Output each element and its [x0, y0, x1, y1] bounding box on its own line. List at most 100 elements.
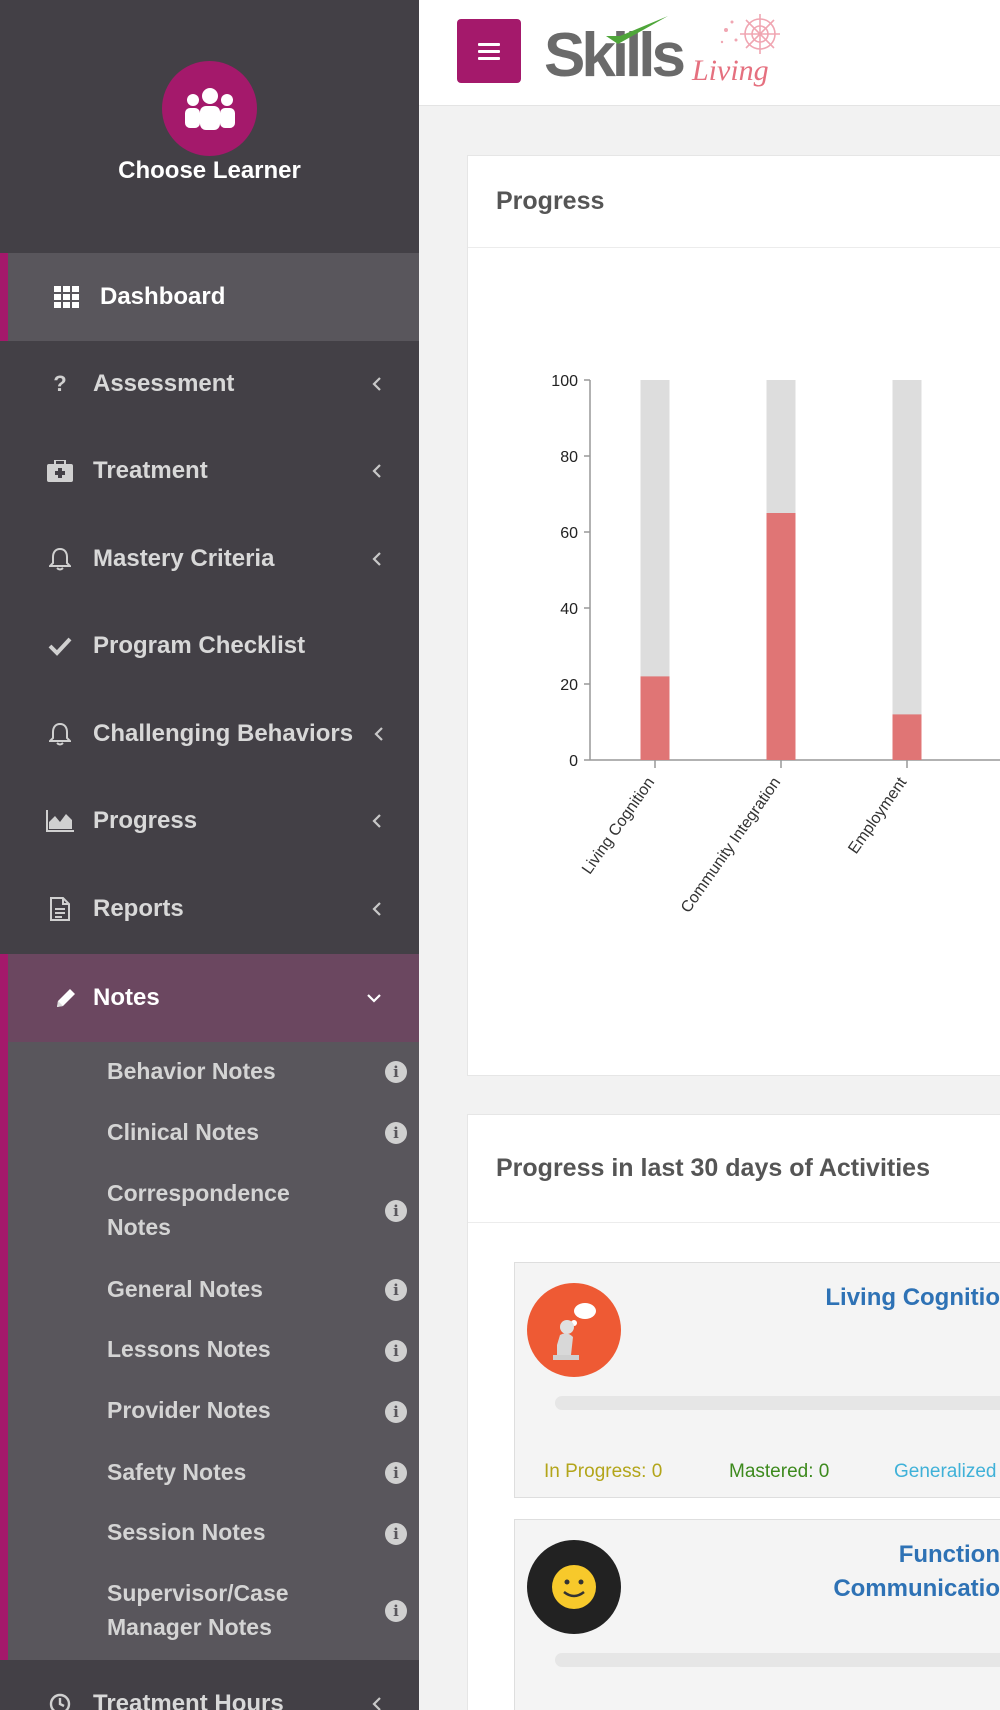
info-icon[interactable]: i [385, 1523, 407, 1545]
sidebar: Choose Learner Dashboard ? Assessment Tr… [0, 0, 419, 1710]
progress-card-title: Progress [468, 156, 1000, 248]
hamburger-icon [478, 42, 500, 46]
active-accent [0, 954, 8, 1042]
info-icon[interactable]: i [385, 1401, 407, 1423]
sidebar-item-notes[interactable]: Notes [0, 954, 419, 1042]
y-tick-label: 80 [560, 449, 578, 466]
progress-card: Progress 0 20 40 60 80 100 Living Cognition Com… [467, 155, 1000, 1076]
activity-title-line1[interactable]: Function [899, 1538, 1000, 1572]
bar [640, 676, 670, 760]
file-icon [46, 895, 74, 923]
submenu-item-clinical-notes[interactable]: Clinical Notes [107, 1115, 387, 1149]
activity-progress-bar [555, 1653, 1000, 1667]
question-icon: ? [53, 371, 67, 396]
choose-learner-avatar[interactable] [162, 61, 257, 156]
sidebar-item-treatment-hours[interactable]: Treatment Hours [0, 1660, 419, 1710]
y-tick-label: 100 [551, 373, 578, 390]
chevron-left-icon [370, 1694, 384, 1710]
active-accent [0, 253, 8, 341]
hamburger-icon [478, 49, 500, 53]
info-icon[interactable]: i [385, 1061, 407, 1083]
y-tick-label: 40 [560, 601, 578, 618]
in-progress-count: In Progress: 0 [544, 1461, 663, 1482]
sidebar-item-label: Progress [93, 807, 198, 834]
info-icon[interactable]: i [385, 1340, 407, 1362]
sidebar-item-label: Notes [93, 984, 160, 1011]
chevron-left-icon [370, 899, 384, 919]
info-icon[interactable]: i [385, 1462, 407, 1484]
logo-sub-text: Living [692, 54, 769, 87]
sidebar-item-progress[interactable]: Progress [0, 777, 419, 865]
sidebar-item-label: Program Checklist [93, 632, 306, 659]
menu-toggle-button[interactable] [457, 19, 521, 83]
progress-bar-chart: 0 20 40 60 80 100 Living Cognition Community In… [551, 373, 1000, 917]
activity-item-living-cognition[interactable]: Living Cognitio In Progress: 0 Mastered:… [514, 1262, 1000, 1498]
chevron-down-icon [365, 988, 383, 1008]
chevron-left-icon [370, 374, 384, 394]
submenu-item-supervisor-notes[interactable]: Supervisor/Case Manager Notes [107, 1576, 337, 1644]
submenu-item-provider-notes[interactable]: Provider Notes [107, 1393, 387, 1427]
sidebar-item-label: Treatment [93, 457, 208, 484]
top-header: Skills Living [419, 0, 1000, 106]
choose-learner-link[interactable]: Choose Learner [0, 157, 419, 185]
bell-icon [46, 720, 74, 748]
sidebar-header: Choose Learner [0, 0, 419, 253]
clock-icon [46, 1690, 74, 1710]
activity-title-line2[interactable]: Communicatio [833, 1572, 1000, 1606]
submenu-item-correspondence-notes[interactable]: Correspondence Notes [107, 1176, 337, 1244]
activity-title[interactable]: Living Cognitio [825, 1281, 1000, 1315]
submenu-item-safety-notes[interactable]: Safety Notes [107, 1455, 387, 1489]
y-tick-label: 0 [569, 753, 578, 770]
x-tick-label: Living Cognition [579, 775, 658, 878]
submenu-accent [0, 1042, 8, 1660]
bar [766, 513, 796, 760]
sidebar-item-assessment[interactable]: ? Assessment [0, 340, 419, 428]
checkmark-logo-icon [606, 16, 668, 44]
bar [892, 714, 922, 760]
sidebar-item-treatment[interactable]: Treatment [0, 427, 419, 515]
sidebar-item-program-checklist[interactable]: Program Checklist [0, 602, 419, 690]
info-icon[interactable]: i [385, 1200, 407, 1222]
mastered-count: Mastered: 0 [729, 1461, 830, 1482]
sidebar-item-label: Assessment [93, 370, 235, 397]
sidebar-item-mastery-criteria[interactable]: Mastery Criteria [0, 515, 419, 603]
y-tick-label: 60 [560, 525, 578, 542]
sidebar-item-challenging-behaviors[interactable]: Challenging Behaviors [0, 690, 419, 778]
pencil-icon [52, 984, 80, 1012]
sidebar-item-label: Dashboard [100, 283, 226, 310]
users-icon [184, 87, 235, 130]
activities-card-title: Progress in last 30 days of Activities [468, 1115, 1000, 1223]
chevron-left-icon [370, 549, 384, 569]
submenu-item-general-notes[interactable]: General Notes [107, 1272, 387, 1306]
check-icon [46, 632, 74, 660]
generalized-count: Generalized [894, 1461, 997, 1482]
sidebar-item-label: Challenging Behaviors [93, 720, 354, 747]
info-icon[interactable]: i [385, 1122, 407, 1144]
skills-living-logo[interactable]: Skills Living [544, 10, 804, 100]
thinking-person-icon [527, 1283, 621, 1377]
chevron-left-icon [370, 461, 384, 481]
sidebar-item-dashboard[interactable]: Dashboard [0, 253, 419, 341]
bell-icon [46, 545, 74, 573]
medkit-icon [46, 457, 74, 485]
hamburger-icon [478, 56, 500, 60]
smiley-icon [527, 1540, 621, 1634]
activity-item-functional-communication[interactable]: Function Communicatio [514, 1519, 1000, 1710]
x-tick-label: Community Integration [678, 775, 784, 917]
submenu-item-session-notes[interactable]: Session Notes [107, 1515, 387, 1549]
submenu-item-behavior-notes[interactable]: Behavior Notes [107, 1054, 387, 1088]
sidebar-item-label: Mastery Criteria [93, 545, 275, 572]
chevron-left-icon [370, 811, 384, 831]
grid-icon [53, 283, 81, 311]
info-icon[interactable]: i [385, 1279, 407, 1301]
x-tick-label: Employment [845, 774, 910, 857]
sidebar-item-reports[interactable]: Reports [0, 865, 419, 953]
activity-progress-bar [555, 1396, 1000, 1410]
chevron-left-icon [372, 724, 386, 744]
sidebar-item-label: Treatment Hours [93, 1690, 284, 1710]
bar-background [892, 380, 922, 760]
info-icon[interactable]: i [385, 1600, 407, 1622]
y-tick-label: 20 [560, 677, 578, 694]
sidebar-item-label: Reports [93, 895, 184, 922]
submenu-item-lessons-notes[interactable]: Lessons Notes [107, 1332, 387, 1366]
